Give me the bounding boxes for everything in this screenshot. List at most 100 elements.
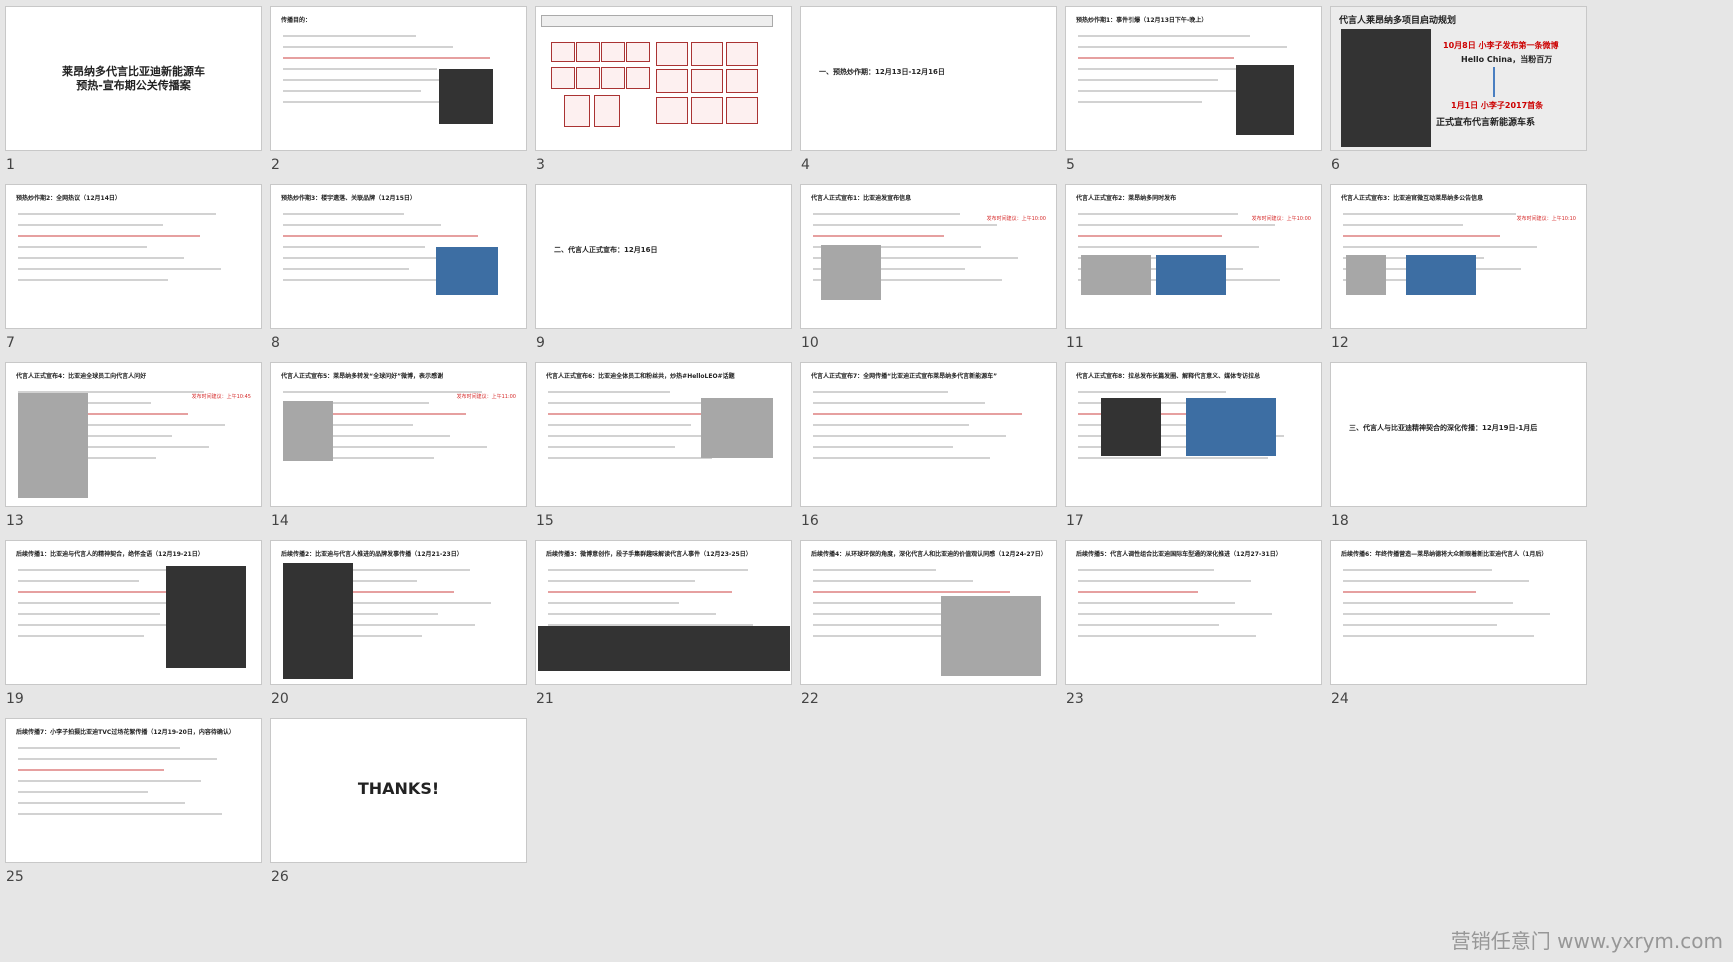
text-line (548, 591, 732, 593)
slide-preview[interactable]: 代言人正式宣布4：比亚迪全球员工向代言人问好 发布时间建议：上午10:45 (5, 362, 262, 507)
slide-number: 20 (271, 691, 289, 707)
slide-thumbnail[interactable]: 代言人正式宣布3：比亚迪官微互动莱昂纳多公告信息 发布时间建议：上午10:10 12 (1325, 178, 1587, 358)
cover-text-d: 正式宣布代言新能源车系 (1436, 118, 1536, 128)
slide-preview[interactable]: 后续传播3：微博意创作，段子手集群趣味解读代言人事件（12月23-25日） (535, 540, 792, 685)
text-line (1078, 246, 1259, 248)
slide-thumbnail[interactable]: 代言人莱昂纳多项目启动规划 10月8日 小李子发布第一条微博 Hello China… (1325, 0, 1587, 180)
slide-preview[interactable] (535, 6, 792, 151)
text-line (548, 391, 670, 393)
text-line (18, 224, 163, 226)
slide-number: 22 (801, 691, 819, 707)
slide-thumbnail[interactable]: 后续传播7：小李子拍摄比亚迪TVC过场花絮传播（12月19-20日，内容待确认）… (0, 712, 262, 892)
slide-number: 8 (271, 335, 280, 351)
slide-number: 11 (1066, 335, 1084, 351)
text-line (1343, 580, 1529, 582)
slide-preview[interactable]: 代言人正式宣布1：比亚迪发宣布信息 发布时间建议：上午10:00 (800, 184, 1057, 329)
slide-thumbnail[interactable]: 代言人正式宣布4：比亚迪全球员工向代言人问好 发布时间建议：上午10:45 13 (0, 356, 262, 536)
slide-thumbnail[interactable]: 一、预热炒作期：12月13日-12月16日 4 (795, 0, 1057, 180)
slide-thumbnail[interactable]: 后续传播6：年终传播营造—莱昂纳德将大众新眼着新比亚迪代言人（1月后） 24 (1325, 534, 1587, 714)
text-line (813, 435, 1006, 437)
text-line (1078, 602, 1235, 604)
slide-preview[interactable]: 预热炒作期3：楼宇遗落、关联品牌（12月15日） (270, 184, 527, 329)
slide-preview[interactable]: 后续传播6：年终传播营造—莱昂纳德将大众新眼着新比亚迪代言人（1月后） (1330, 540, 1587, 685)
slide-thumbnail[interactable]: 代言人正式宣布7：全网传播“比亚迪正式宣布莱昂纳多代言新能源车” 16 (795, 356, 1057, 536)
text-line (18, 613, 160, 615)
slide-preview[interactable]: 莱昂纳多代言比亚迪新能源车 预热-宣布期公关传播案 (5, 6, 262, 151)
slide-preview[interactable]: 后续传播4：从环球环保的角度，深化代言人和比亚迪的价值观认同感（12月24-27… (800, 540, 1057, 685)
text-line (813, 413, 1022, 415)
publish-time: 发布时间建议：上午10:10 (1516, 216, 1576, 222)
text-line (1343, 591, 1476, 593)
slide-thumbnail[interactable]: 二、代言人正式宣布：12月16日 9 (530, 178, 792, 358)
slide-preview[interactable]: 三、代言人与比亚迪精神契合的深化传播：12月19日-1月后 (1330, 362, 1587, 507)
text-line (813, 235, 944, 237)
slide-thumbnail[interactable]: 代言人正式宣布1：比亚迪发宣布信息 发布时间建议：上午10:00 10 (795, 178, 1057, 358)
slide-thumbnail[interactable]: 代言人正式宣布6：比亚迪全体员工和粉丝共，炒热#HelloLEO#话题 15 (530, 356, 792, 536)
watermark: 营销任意门 www.yxrym.com (1450, 929, 1723, 953)
slide-number: 7 (6, 335, 15, 351)
slide-preview[interactable]: 代言人正式宣布2：莱昂纳多同时发布 发布时间建议：上午10:00 (1065, 184, 1322, 329)
slide-preview[interactable]: 传播目的： (270, 6, 527, 151)
text-line (1078, 57, 1234, 59)
slide-number: 2 (271, 157, 280, 173)
text-line (1078, 46, 1287, 48)
text-line (18, 780, 201, 782)
slide-title: 后续传播6：年终传播营造—莱昂纳德将大众新眼着新比亚迪代言人（1月后） (1341, 551, 1548, 558)
publish-time: 发布时间建议：上午10:45 (191, 394, 251, 400)
text-line (283, 57, 490, 59)
text-line (1078, 224, 1275, 226)
slide-preview[interactable]: 预热炒作期1：事件引爆（12月13日下午-晚上） (1065, 6, 1322, 151)
slide-title: 莱昂纳多代言比亚迪新能源车 预热-宣布期公关传播案 (62, 64, 205, 92)
slide-thumbnail[interactable]: 代言人正式宣布5：莱昂纳多转发“全球问好”微博，表示感谢 发布时间建议：上午11:… (265, 356, 527, 536)
text-line (813, 569, 936, 571)
slide-thumbnail[interactable]: THANKS! 26 (265, 712, 527, 892)
text-line (1078, 213, 1238, 215)
slide-preview[interactable]: 一、预热炒作期：12月13日-12月16日 (800, 6, 1057, 151)
slide-title: 传播目的： (281, 17, 312, 24)
slide-number: 21 (536, 691, 554, 707)
slide-number: 5 (1066, 157, 1075, 173)
publish-time: 发布时间建议：上午10:00 (1251, 216, 1311, 222)
text-line (18, 213, 216, 215)
slide-thumbnail[interactable]: 传播目的： 2 (265, 0, 527, 180)
slide-thumbnail[interactable]: 后续传播3：微博意创作，段子手集群趣味解读代言人事件（12月23-25日） 21 (530, 534, 792, 714)
section-title: 一、预热炒作期：12月13日-12月16日 (819, 68, 945, 76)
text-line (283, 279, 446, 281)
slide-thumbnail[interactable]: 3 (530, 0, 792, 180)
slide-preview[interactable]: 代言人正式宣布6：比亚迪全体员工和粉丝共，炒热#HelloLEO#话题 (535, 362, 792, 507)
slide-thumbnail[interactable]: 莱昂纳多代言比亚迪新能源车 预热-宣布期公关传播案 1 (0, 0, 262, 180)
slide-preview[interactable]: 预热炒作期2：全网热议（12月14日） (5, 184, 262, 329)
publish-time: 发布时间建议：上午11:00 (456, 394, 516, 400)
slide-thumbnail[interactable]: 后续传播1：比亚迪与代言人的精神契合，绝怀金语（12月19-21日） 19 (0, 534, 262, 714)
slide-thumbnail[interactable]: 预热炒作期3：楼宇遗落、关联品牌（12月15日） 8 (265, 178, 527, 358)
slide-preview[interactable]: 后续传播7：小李子拍摄比亚迪TVC过场花絮传播（12月19-20日，内容待确认） (5, 718, 262, 863)
slide-preview[interactable]: 二、代言人正式宣布：12月16日 (535, 184, 792, 329)
text-line (813, 402, 985, 404)
text-line (283, 213, 404, 215)
slide-thumbnail[interactable]: 后续传播2：比亚迪与代言人推进的品牌发事传播（12月21-23日） 20 (265, 534, 527, 714)
slide-preview[interactable]: 代言人正式宣布7：全网传播“比亚迪正式宣布莱昂纳多代言新能源车” (800, 362, 1057, 507)
slide-preview[interactable]: 代言人正式宣布5：莱昂纳多转发“全球问好”微博，表示感谢 发布时间建议：上午11:… (270, 362, 527, 507)
slide-preview[interactable]: 后续传播5：代言人调性组合比亚迪国际车型通的深化推进（12月27-31日） (1065, 540, 1322, 685)
slide-thumbnail[interactable]: 预热炒作期1：事件引爆（12月13日下午-晚上） 5 (1060, 0, 1322, 180)
slide-preview[interactable]: 代言人正式宣布3：比亚迪官微互动莱昂纳多公告信息 发布时间建议：上午10:10 (1330, 184, 1587, 329)
slide-number: 23 (1066, 691, 1084, 707)
slide-preview[interactable]: 代言人正式宣布8：拉总发布长篇发圈、解释代言意义、媒体专访拉总 (1065, 362, 1322, 507)
slide-thumbnail[interactable]: 预热炒作期2：全网热议（12月14日） 7 (0, 178, 262, 358)
text-line (1078, 580, 1251, 582)
text-line (813, 624, 941, 626)
slide-preview[interactable]: 后续传播1：比亚迪与代言人的精神契合，绝怀金语（12月19-21日） (5, 540, 262, 685)
slide-number: 9 (536, 335, 545, 351)
slide-preview[interactable]: 后续传播2：比亚迪与代言人推进的品牌发事传播（12月21-23日） (270, 540, 527, 685)
text-line (18, 813, 222, 815)
slide-thumbnail[interactable]: 后续传播4：从环球环保的角度，深化代言人和比亚迪的价值观认同感（12月24-27… (795, 534, 1057, 714)
slide-thumbnail[interactable]: 三、代言人与比亚迪精神契合的深化传播：12月19日-1月后 18 (1325, 356, 1587, 536)
slide-image (1081, 255, 1151, 295)
text-line (283, 235, 478, 237)
slide-thumbnail[interactable]: 后续传播5：代言人调性组合比亚迪国际车型通的深化推进（12月27-31日） 23 (1060, 534, 1322, 714)
slide-preview[interactable]: 代言人莱昂纳多项目启动规划 10月8日 小李子发布第一条微博 Hello China… (1330, 6, 1587, 151)
slide-image (1156, 255, 1226, 295)
slide-preview[interactable]: THANKS! (270, 718, 527, 863)
slide-thumbnail[interactable]: 代言人正式宣布2：莱昂纳多同时发布 发布时间建议：上午10:00 11 (1060, 178, 1322, 358)
slide-thumbnail[interactable]: 代言人正式宣布8：拉总发布长篇发圈、解释代言意义、媒体专访拉总 17 (1060, 356, 1322, 536)
